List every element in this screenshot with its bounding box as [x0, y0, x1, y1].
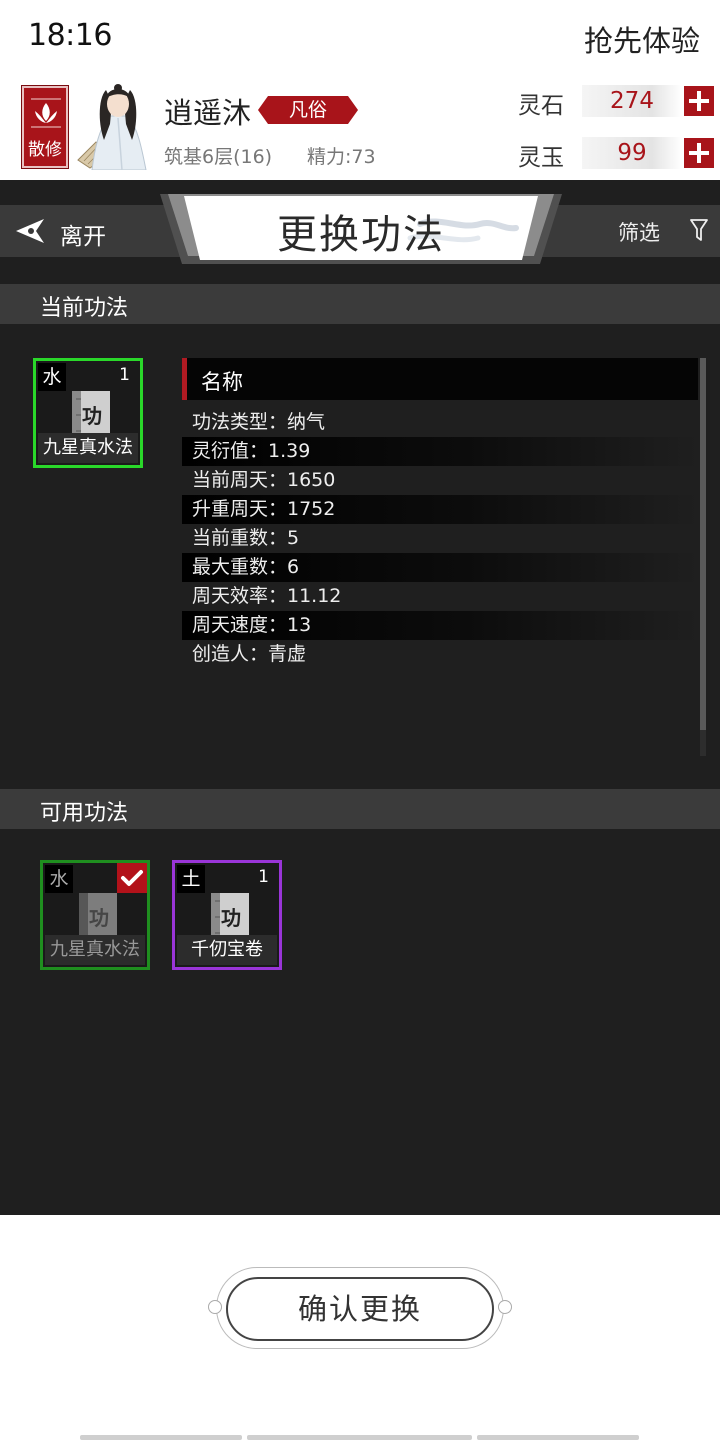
- player-header: 散修 逍遥沐 凡俗 筑基6层(16) 精力:73 灵石 274 灵玉 99: [0, 76, 720, 180]
- skill-details-panel: 名称 功法类型：纳气 灵衍值：1.39 当前周天：1650 升重周天：1752 …: [182, 358, 706, 756]
- rank-label: 凡俗: [288, 99, 327, 121]
- available-skill-card[interactable]: 水 功 九星真水法: [40, 860, 150, 970]
- check-mark: [121, 870, 143, 886]
- page-title: 更换功法: [277, 212, 445, 258]
- spirit-stone-value: 274: [582, 85, 682, 117]
- filter-label: 筛选: [618, 221, 660, 245]
- details-header-label: 名称: [201, 370, 243, 394]
- sect-badge[interactable]: 散修: [21, 85, 69, 169]
- detail-current-cycles: 当前周天：1650: [192, 469, 336, 491]
- back-arrow-icon: [16, 219, 44, 243]
- skill-level: 1: [258, 867, 269, 887]
- lotus-icon: [31, 98, 61, 128]
- available-skill-section-title: 可用功法: [40, 801, 129, 826]
- skill-name: 千仞宝卷: [177, 935, 277, 965]
- skill-element-badge: 水: [45, 865, 73, 893]
- skill-swap-panel: 离开 更换功法 筛选 当前功法 水 1 功 九星真水法 名称 功法类型：纳气 灵…: [0, 180, 720, 1215]
- spirit-stone-label: 灵石: [518, 93, 564, 119]
- skill-book-glyph: 功: [221, 906, 241, 930]
- energy-value: 精力:73: [307, 146, 376, 168]
- detail-spirit-value: 灵衍值：1.39: [182, 437, 698, 466]
- leave-button[interactable]: 离开: [0, 205, 170, 257]
- spirit-jade-label: 灵玉: [518, 145, 564, 171]
- detail-cycle-efficiency: 周天效率：11.12: [192, 585, 342, 607]
- spirit-jade-value: 99: [582, 137, 682, 169]
- status-bar: 18:16 抢先体验: [0, 0, 720, 76]
- status-time: 18:16: [28, 18, 112, 53]
- detail-creator: 创造人：青虚: [192, 643, 307, 665]
- current-skill-section-header: 当前功法: [0, 284, 720, 324]
- left-ornament-dot: [208, 1300, 222, 1314]
- bottom-bar: 确认更换: [0, 1215, 720, 1440]
- detail-max-layer: 最大重数：6: [182, 553, 698, 582]
- player-name: 逍遥沐: [164, 96, 252, 130]
- available-skill-card[interactable]: 土 1 功 千仞宝卷: [172, 860, 282, 970]
- skill-level: 1: [119, 365, 130, 385]
- early-access-label[interactable]: 抢先体验: [584, 18, 700, 60]
- filter-button[interactable]: 筛选: [618, 215, 708, 249]
- equipped-check-icon: [117, 863, 147, 893]
- realm-level: 筑基6层(16): [164, 146, 273, 168]
- add-spirit-jade-button[interactable]: [684, 138, 714, 168]
- leave-label: 离开: [60, 224, 106, 250]
- current-skill-card[interactable]: 水 1 功 九星真水法: [33, 358, 143, 468]
- skill-element-badge: 水: [38, 363, 66, 391]
- spirit-stone-row: 灵石 274: [514, 84, 714, 120]
- skill-name: 九星真水法: [45, 935, 145, 965]
- detail-current-layer: 当前重数：5: [192, 527, 300, 549]
- gesture-bar-segment: [80, 1435, 242, 1440]
- detail-upgrade-cycles: 升重周天：1752: [182, 495, 698, 524]
- skill-name: 九星真水法: [38, 433, 138, 463]
- confirm-button-frame: 确认更换: [208, 1267, 512, 1349]
- details-scroll-thumb[interactable]: [700, 358, 706, 730]
- gesture-bar-segment: [477, 1435, 639, 1440]
- right-ornament-dot: [498, 1300, 512, 1314]
- details-header: 名称: [182, 358, 698, 400]
- skill-element-badge: 土: [177, 865, 205, 893]
- current-skill-section-title: 当前功法: [40, 296, 129, 321]
- avatar[interactable]: [76, 84, 152, 170]
- available-skill-section-header: 可用功法: [0, 789, 720, 829]
- confirm-swap-button[interactable]: 确认更换: [226, 1277, 494, 1341]
- details-scrollbar[interactable]: [700, 358, 706, 756]
- detail-skill-type: 功法类型：纳气: [192, 411, 326, 433]
- sect-label: 散修: [28, 140, 62, 160]
- filter-icon: [690, 219, 708, 241]
- detail-cycle-speed: 周天速度：13: [182, 611, 698, 640]
- rank-badge: 凡俗: [258, 96, 358, 124]
- gesture-bar-segment: [247, 1435, 472, 1440]
- spirit-jade-row: 灵玉 99: [514, 136, 714, 172]
- skill-book-glyph: 功: [89, 906, 109, 930]
- add-spirit-stone-button[interactable]: [684, 86, 714, 116]
- skill-book-glyph: 功: [82, 404, 102, 428]
